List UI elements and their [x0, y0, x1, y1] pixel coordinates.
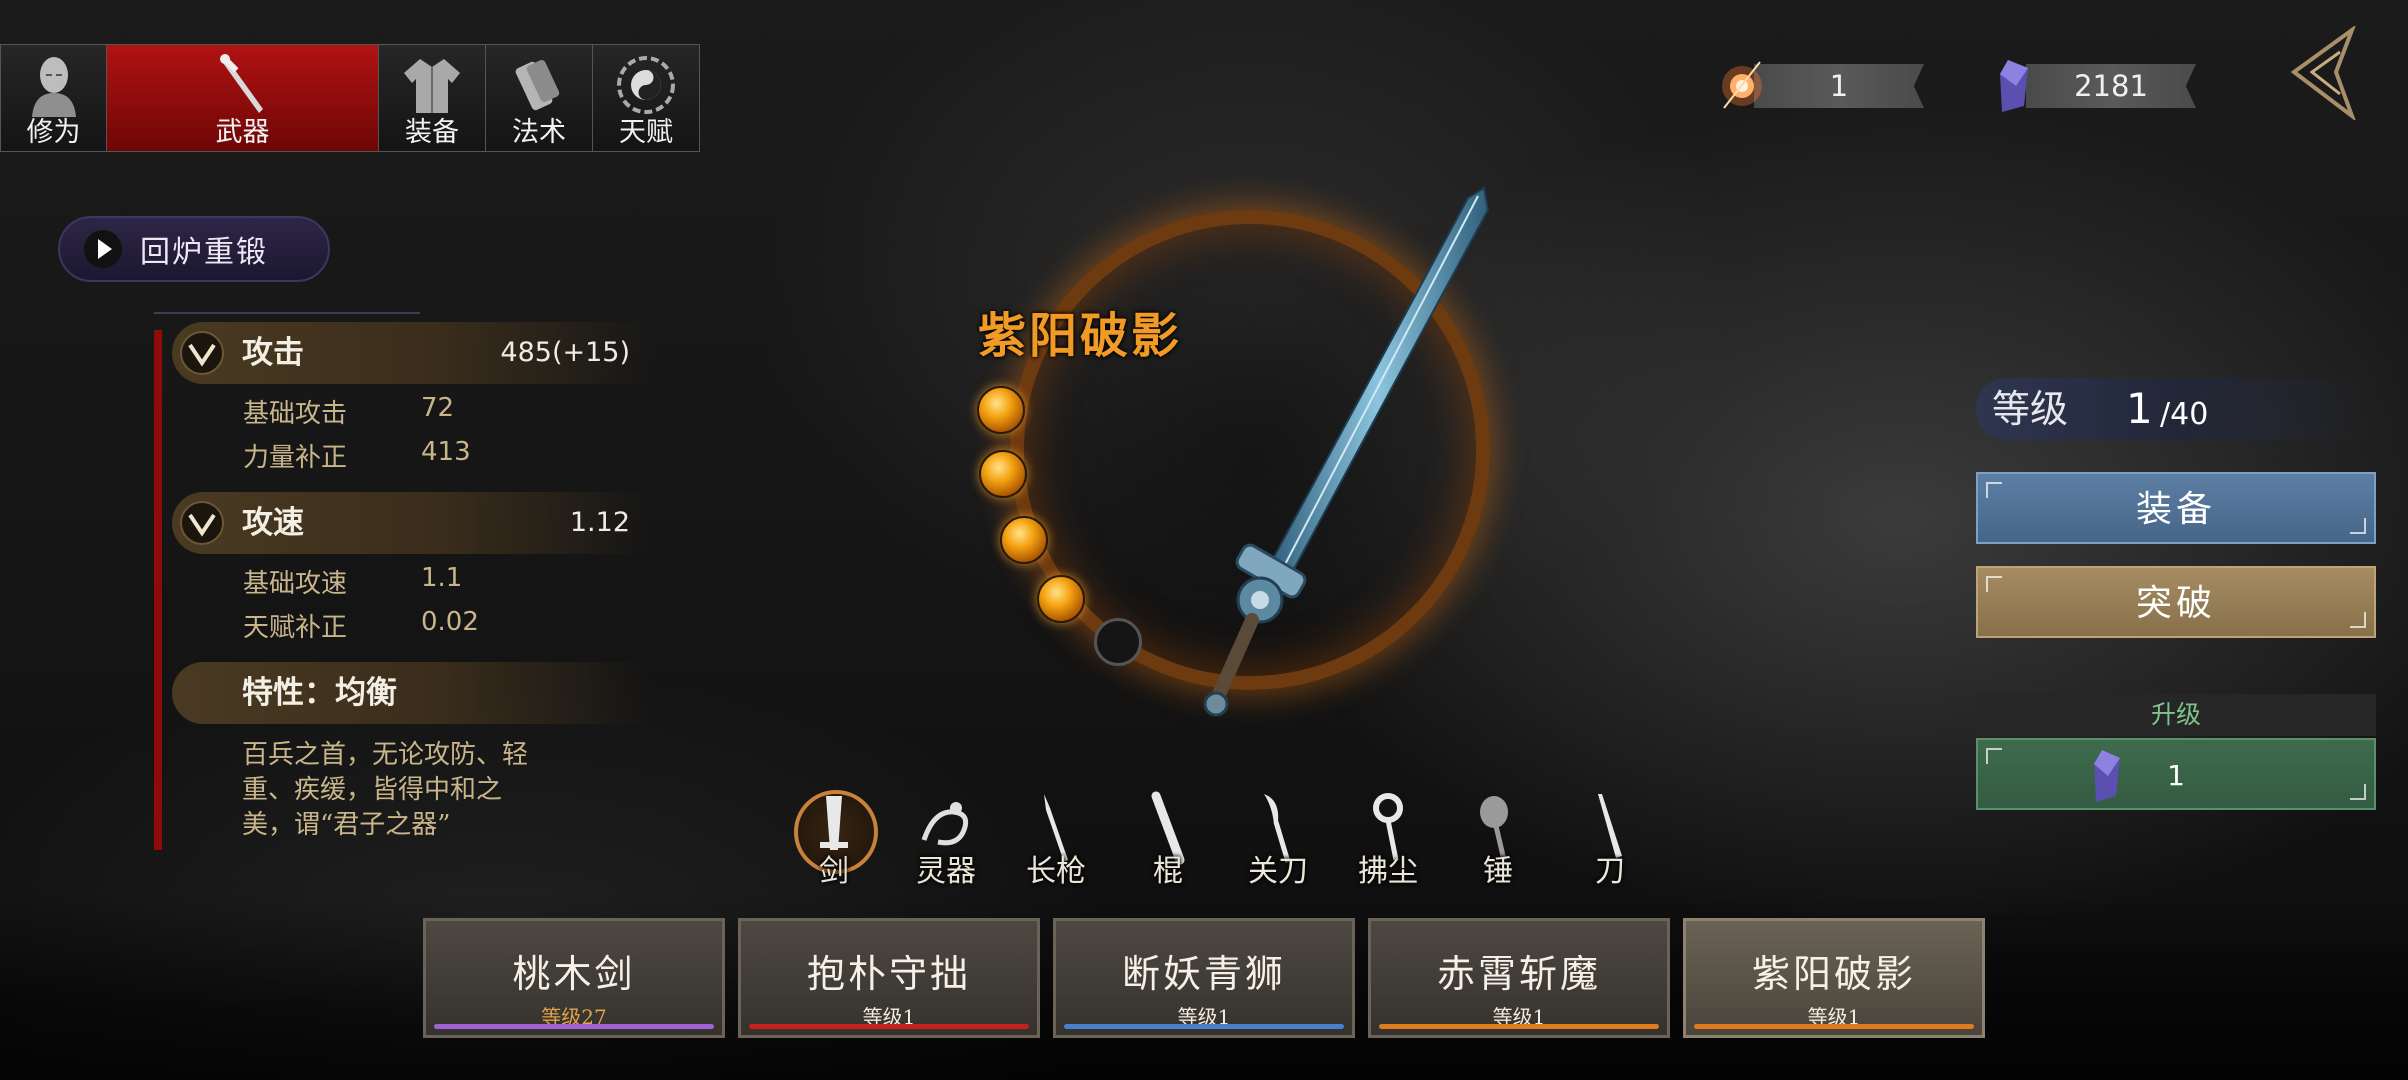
tab-talents[interactable]: 天赋 — [593, 44, 700, 152]
base-speed-row: 基础攻速 1.1 — [243, 563, 462, 600]
base-attack-row: 基础攻击 72 — [243, 393, 454, 430]
attack-label: 攻击 — [242, 335, 304, 371]
weapon-type-label: 刀 — [1595, 854, 1625, 889]
play-icon — [84, 230, 122, 268]
weapon-card-name: 断妖青狮 — [1121, 952, 1286, 996]
breakthrough-button[interactable]: 突破 — [1976, 566, 2376, 638]
crystal-value: 2181 — [2074, 69, 2148, 103]
recast-button[interactable]: 回炉重锻 — [58, 216, 330, 282]
upgrade-label: 升级 — [1976, 694, 2376, 736]
meditation-figure-icon — [31, 57, 76, 117]
weapon-card-name: 紫阳破影 — [1751, 952, 1916, 996]
weapon-card-name: 抱朴守拙 — [806, 952, 971, 996]
tab-label: 武器 — [215, 117, 270, 148]
weapon-card[interactable]: 赤霄斩魔 等级1 — [1368, 918, 1670, 1038]
tab-label: 天赋 — [619, 117, 673, 148]
scroll-icon — [515, 59, 560, 111]
attack-stat-header[interactable]: 攻击 485(+15) — [172, 322, 652, 384]
speed-label: 攻速 — [242, 505, 304, 541]
weapon-type-sword[interactable]: 剑 — [784, 790, 884, 890]
speed-value: 1.12 — [569, 507, 630, 538]
tab-label: 修为 — [26, 117, 81, 148]
upgrade-cost: 1 — [2167, 759, 2185, 792]
weapon-type-label: 关刀 — [1248, 854, 1308, 889]
strength-bonus-value: 413 — [421, 437, 471, 467]
level-label: 等级 — [1992, 387, 2069, 431]
tab-cultivation[interactable]: 修为 — [0, 44, 107, 152]
rarity-stripe — [434, 1024, 714, 1029]
divider — [154, 312, 420, 314]
upgrade-orb-empty — [1094, 618, 1142, 666]
trait-header: 特性：均衡 — [172, 662, 652, 724]
weapon-type-label: 拂尘 — [1358, 854, 1418, 889]
sword-artwork-icon — [1203, 186, 1490, 717]
trait-description: 百兵之首，无论攻防、轻重、疾缓，皆得中和之美，谓“君子之器” — [242, 740, 529, 840]
recast-label: 回炉重锻 — [140, 235, 268, 270]
fire-orb-value: 1 — [1829, 69, 1849, 103]
weapon-card-name: 桃木剑 — [512, 952, 636, 996]
top-tab-bar: 修为 武器 装备 法术 天赋 — [0, 44, 700, 154]
weapon-type-hammer[interactable]: 锤 — [1448, 790, 1548, 890]
rarity-stripe — [749, 1024, 1029, 1029]
attack-value: 485(+15) — [500, 337, 630, 368]
weapon-type-whisk[interactable]: 拂尘 — [1338, 790, 1438, 890]
weapon-type-label: 棍 — [1153, 854, 1183, 889]
tab-label: 法术 — [512, 117, 566, 148]
weapon-type-saber[interactable]: 刀 — [1560, 790, 1660, 890]
upgrade-orb-filled — [977, 386, 1025, 434]
chevron-down-icon — [180, 331, 224, 375]
rarity-stripe — [1379, 1024, 1659, 1029]
back-button-icon[interactable] — [2282, 26, 2362, 120]
weapon-card[interactable]: 桃木剑 等级27 — [423, 918, 725, 1038]
tab-spells[interactable]: 法术 — [486, 44, 593, 152]
weapon-card[interactable]: 紫阳破影 等级1 — [1683, 918, 1985, 1038]
base-attack-label: 基础攻击 — [243, 399, 348, 429]
weapon-type-label: 灵器 — [916, 854, 976, 889]
equip-button[interactable]: 装备 — [1976, 472, 2376, 544]
purple-crystal-icon — [2000, 60, 2028, 112]
level-current: 1 — [2126, 384, 2153, 433]
weapon-type-label: 锤 — [1483, 854, 1513, 889]
base-speed-value: 1.1 — [421, 563, 463, 593]
weapon-type-spear[interactable]: 长枪 — [1006, 790, 1106, 890]
fire-orb-icon — [1722, 61, 1762, 109]
stats-accent-bar — [154, 330, 162, 850]
tab-weapons[interactable]: 武器 — [107, 44, 379, 152]
purple-crystal-icon — [2094, 750, 2120, 802]
weapon-type-label: 长枪 — [1026, 854, 1086, 889]
robe-icon — [404, 59, 460, 113]
base-attack-value: 72 — [421, 393, 455, 423]
strength-bonus-row: 力量补正 413 — [243, 437, 471, 474]
rarity-stripe — [1064, 1024, 1344, 1029]
tab-equipment[interactable]: 装备 — [379, 44, 486, 152]
weapon-card-name: 赤霄斩魔 — [1436, 952, 1601, 996]
talent-bonus-row: 天赋补正 0.02 — [243, 607, 479, 644]
upgrade-orb-filled — [979, 450, 1027, 498]
weapon-card[interactable]: 断妖青狮 等级1 — [1053, 918, 1355, 1038]
level-max: /40 — [2160, 397, 2209, 432]
speed-stat-header[interactable]: 攻速 1.12 — [172, 492, 652, 554]
trait-label: 特性：均衡 — [242, 675, 397, 711]
tab-label: 装备 — [405, 117, 459, 148]
taiji-bagua-icon — [617, 56, 675, 114]
chevron-down-icon — [180, 501, 224, 545]
sword-icon — [219, 54, 263, 113]
rarity-stripe — [1694, 1024, 1974, 1029]
upgrade-orb-filled — [1000, 516, 1048, 564]
base-speed-label: 基础攻速 — [243, 569, 348, 599]
talent-bonus-value: 0.02 — [421, 607, 479, 637]
upgrade-orb-filled — [1037, 575, 1085, 623]
weapon-type-staff[interactable]: 棍 — [1118, 790, 1218, 890]
level-display: 等级 1 /40 — [1976, 378, 2376, 440]
upgrade-button[interactable]: 1 — [1976, 738, 2376, 810]
weapon-type-spirit[interactable]: 灵器 — [896, 790, 996, 890]
weapon-type-label: 剑 — [819, 854, 849, 889]
talent-bonus-label: 天赋补正 — [243, 613, 348, 643]
weapon-card[interactable]: 抱朴守拙 等级1 — [738, 918, 1040, 1038]
weapon-type-guandao[interactable]: 关刀 — [1228, 790, 1328, 890]
strength-bonus-label: 力量补正 — [243, 443, 348, 473]
